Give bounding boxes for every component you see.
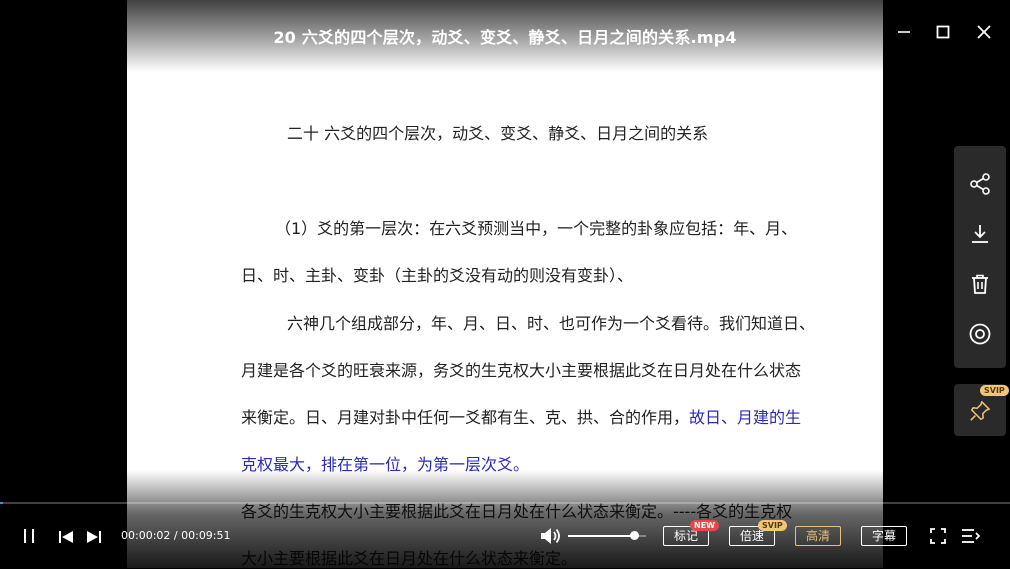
document-content: 二十 六爻的四个层次，动爻、变爻、静爻、日月之间的关系 （1）爻的第一层次：在六… — [127, 0, 883, 568]
download-icon — [972, 225, 988, 243]
time-total: 00:09:51 — [181, 529, 231, 542]
doc-line: 克权最大，排在第一位，为第一层次爻。 — [241, 455, 530, 474]
pause-icon — [24, 529, 34, 543]
side-action-panel — [954, 146, 1006, 368]
pin-panel: SVIP — [954, 384, 1009, 436]
previous-icon — [59, 531, 73, 543]
doc-text-highlight: 故日、月建的生 — [689, 408, 802, 427]
next-button[interactable] — [86, 529, 102, 548]
close-button[interactable] — [972, 20, 996, 44]
doc-text: 来衡定。日、月建对卦中任何一爻都有生、克、拱、合的作用， — [241, 408, 690, 427]
delete-icon — [972, 274, 988, 294]
doc-line: 来衡定。日、月建对卦中任何一爻都有生、克、拱、合的作用，故日、月建的生 — [241, 404, 801, 428]
share-icon — [970, 173, 990, 195]
fullscreen-icon — [930, 528, 946, 544]
view-icon — [969, 323, 991, 345]
doc-line: 大小主要根据此爻在日月处在什么状态来衡定。 — [241, 549, 578, 568]
pin-button[interactable] — [969, 400, 993, 424]
window-title: 20 六爻的四个层次，动爻、变爻、静爻、日月之间的关系.mp4 — [273, 28, 737, 47]
quality-button[interactable]: 高清 — [795, 526, 841, 546]
delete-button[interactable] — [968, 272, 992, 296]
time-separator: / — [170, 529, 182, 542]
doc-line: （1）爻的第一层次：在六爻预测当中，一个完整的卦象应包括：年、月、 — [275, 219, 798, 238]
pause-button[interactable] — [21, 528, 37, 548]
new-badge: NEW — [690, 520, 719, 531]
doc-line: 六神几个组成部分，年、月、日、时、也可作为一个爻看待。我们知道日、 — [287, 314, 816, 333]
volume-fill — [568, 535, 635, 537]
pin-icon — [970, 401, 990, 421]
doc-line: 日、时、主卦、变卦（主卦的爻没有动的则没有变卦）、 — [241, 266, 634, 285]
download-button[interactable] — [968, 222, 992, 246]
share-button[interactable] — [968, 172, 992, 196]
volume-icon — [541, 528, 560, 544]
volume-button[interactable] — [540, 526, 562, 550]
doc-line: 月建是各个爻的旺衰来源，务爻的生克权大小主要根据此爻在日月处在什么状态 — [241, 361, 802, 380]
volume-slider[interactable] — [568, 531, 646, 540]
time-display: 00:00:02 / 00:09:51 — [121, 529, 231, 542]
playlist-button[interactable] — [961, 528, 981, 548]
playlist-icon — [962, 529, 981, 543]
minimize-button[interactable] — [892, 20, 916, 44]
doc-heading: 二十 六爻的四个层次，动爻、变爻、静爻、日月之间的关系 — [287, 124, 709, 143]
progress-fill — [0, 502, 4, 504]
close-icon — [977, 25, 991, 39]
maximize-icon — [936, 25, 950, 39]
minimize-icon — [898, 31, 910, 33]
fullscreen-button[interactable] — [930, 528, 946, 548]
next-icon — [87, 531, 101, 543]
progress-bar[interactable] — [0, 502, 1010, 504]
svip-badge: SVIP — [980, 385, 1009, 396]
time-current: 00:00:02 — [121, 529, 171, 542]
previous-button[interactable] — [58, 529, 74, 548]
subtitle-button[interactable]: 字幕 — [861, 526, 907, 546]
maximize-button[interactable] — [931, 20, 955, 44]
svip-badge: SVIP — [758, 520, 787, 531]
view-button[interactable] — [968, 322, 992, 346]
